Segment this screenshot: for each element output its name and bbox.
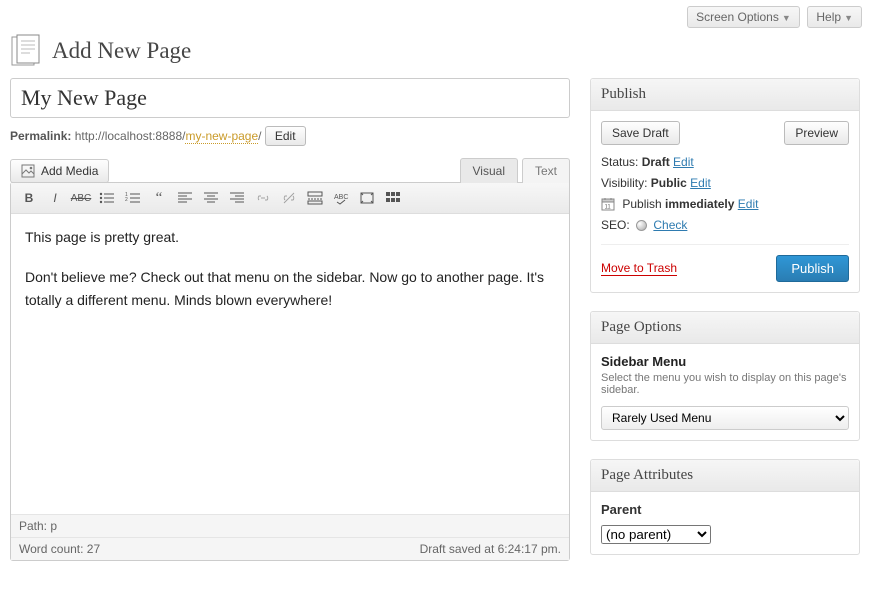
strikethrough-button[interactable]: ABC (69, 187, 93, 209)
status-label: Status: (601, 155, 642, 169)
spellcheck-button[interactable]: ABC (329, 187, 353, 209)
tab-text[interactable]: Text (522, 158, 570, 183)
seo-label: SEO: (601, 218, 630, 232)
editor-path: Path: p (11, 515, 569, 538)
sidebar-menu-label: Sidebar Menu (601, 354, 849, 369)
parent-select[interactable]: (no parent) (601, 525, 711, 544)
unordered-list-button[interactable] (95, 187, 119, 209)
insert-more-button[interactable] (303, 187, 327, 209)
media-icon (21, 164, 35, 178)
bold-button[interactable]: B (17, 187, 41, 209)
edit-schedule-link[interactable]: Edit (738, 197, 759, 211)
publish-button[interactable]: Publish (776, 255, 849, 282)
align-left-button[interactable] (173, 187, 197, 209)
seo-check-link[interactable]: Check (653, 218, 687, 232)
svg-text:ABC: ABC (334, 194, 348, 201)
draft-saved-time: Draft saved at 6:24:17 pm. (420, 542, 561, 556)
publish-panel-title: Publish (591, 79, 859, 111)
svg-text:11: 11 (605, 205, 612, 211)
italic-button[interactable]: I (43, 187, 67, 209)
link-button[interactable] (251, 187, 275, 209)
align-right-button[interactable] (225, 187, 249, 209)
editor-toolbar: B I ABC 12 “ ABC (11, 183, 569, 214)
page-attributes-panel-title: Page Attributes (591, 460, 859, 492)
edit-visibility-link[interactable]: Edit (690, 176, 711, 190)
permalink-label: Permalink: (10, 129, 71, 143)
seo-indicator-icon (636, 220, 647, 231)
align-center-button[interactable] (199, 187, 223, 209)
edit-status-link[interactable]: Edit (673, 155, 694, 169)
kitchen-sink-button[interactable] (381, 187, 405, 209)
fullscreen-button[interactable] (355, 187, 379, 209)
schedule-label: Publish (622, 197, 665, 211)
blockquote-button[interactable]: “ (147, 187, 171, 209)
visibility-value: Public (651, 176, 687, 190)
tab-visual[interactable]: Visual (460, 158, 518, 183)
status-value: Draft (642, 155, 670, 169)
page-icon (10, 34, 42, 68)
preview-button[interactable]: Preview (784, 121, 849, 145)
visibility-label: Visibility: (601, 176, 651, 190)
parent-label: Parent (601, 502, 849, 517)
sidebar-menu-desc: Select the menu you wish to display on t… (601, 372, 849, 396)
permalink-slug[interactable]: my-new-page (185, 129, 258, 144)
calendar-icon: 11 (601, 197, 615, 211)
word-count: Word count: 27 (19, 542, 100, 556)
unlink-button[interactable] (277, 187, 301, 209)
svg-text:2: 2 (125, 197, 128, 203)
permalink-base: http://localhost:8888/ (75, 129, 186, 143)
screen-options-button[interactable]: Screen Options▼ (687, 6, 800, 28)
editor-content[interactable]: This page is pretty great. Don't believe… (11, 214, 569, 514)
ordered-list-button[interactable]: 12 (121, 187, 145, 209)
add-media-button[interactable]: Add Media (10, 159, 109, 183)
edit-slug-button[interactable]: Edit (265, 126, 306, 146)
page-title: Add New Page (52, 38, 191, 64)
move-to-trash-link[interactable]: Move to Trash (601, 261, 677, 276)
help-button[interactable]: Help▼ (807, 6, 862, 28)
save-draft-button[interactable]: Save Draft (601, 121, 680, 145)
post-title-input[interactable] (10, 78, 570, 118)
sidebar-menu-select[interactable]: Rarely Used Menu (601, 406, 849, 430)
page-options-panel-title: Page Options (591, 312, 859, 344)
schedule-value: immediately (665, 197, 734, 211)
